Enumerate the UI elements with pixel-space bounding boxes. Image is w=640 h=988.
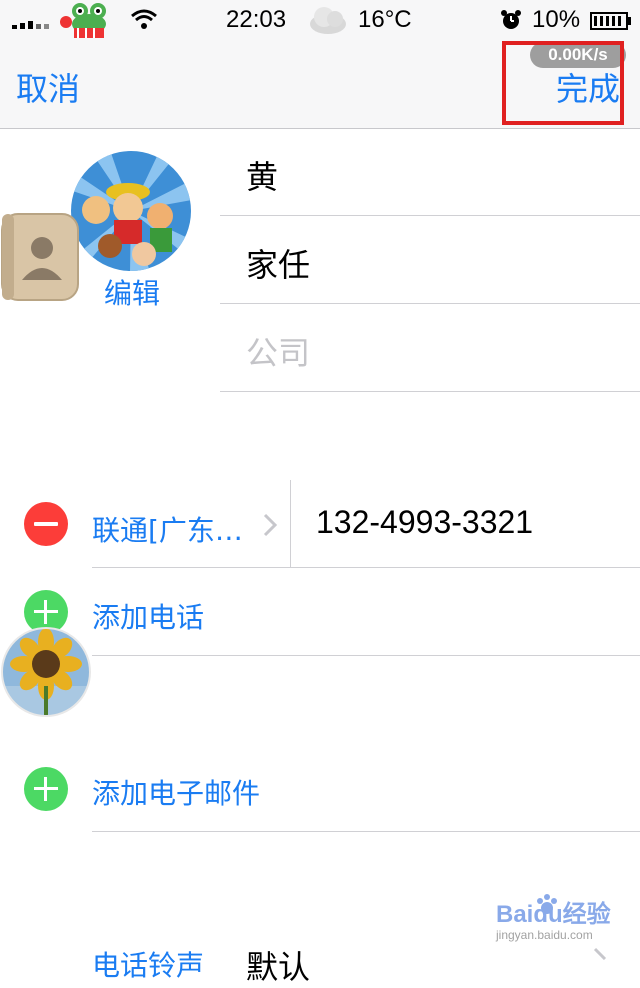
first-name-field[interactable]: 家任: [246, 240, 310, 286]
sunflower-photo-icon[interactable]: [0, 626, 92, 718]
ringtone-value[interactable]: 默认: [246, 942, 310, 988]
avatar-edit-label[interactable]: 编辑: [104, 272, 160, 312]
last-name-field[interactable]: 黄: [246, 152, 278, 198]
divider: [92, 655, 640, 656]
phone-label[interactable]: 联通[广东…: [92, 509, 243, 549]
status-time: 22:03: [226, 6, 287, 33]
cloud-weather-icon: [310, 7, 346, 34]
divider: [220, 391, 640, 392]
add-email-button[interactable]: [24, 767, 68, 811]
phone-number-field[interactable]: 132-4993-3321: [316, 504, 533, 541]
divider: [92, 567, 640, 568]
cancel-button[interactable]: 取消: [16, 64, 80, 110]
chevron-right-icon: [593, 947, 607, 960]
phone-label-separator: [290, 480, 291, 568]
contacts-app-icon[interactable]: [0, 212, 82, 304]
signal-icon: [12, 21, 49, 29]
alarm-icon: [501, 10, 521, 29]
status-bar: 22:03 16°C 10%: [0, 0, 640, 40]
frog-sticker-icon: [60, 3, 106, 38]
done-button-highlight: [502, 41, 624, 125]
watermark-brand: Baidu经验: [496, 901, 611, 928]
status-battery-percent: 10%: [532, 6, 581, 33]
company-field[interactable]: 公司: [246, 328, 310, 374]
delete-phone-button[interactable]: [24, 502, 68, 546]
watermark-url: jingyan.baidu.com: [496, 928, 593, 942]
wifi-icon: [131, 9, 157, 29]
minus-icon: [34, 522, 58, 526]
ringtone-label[interactable]: 电话铃声: [92, 944, 204, 984]
contact-avatar[interactable]: [70, 150, 192, 272]
add-email-label[interactable]: 添加电子邮件: [92, 772, 260, 812]
baidu-watermark: Baidu经验 jingyan.baidu.com: [496, 892, 626, 948]
status-temperature: 16°C: [358, 6, 412, 33]
divider: [220, 303, 640, 304]
add-phone-label[interactable]: 添加电话: [92, 596, 204, 636]
divider: [220, 215, 640, 216]
divider: [92, 831, 640, 832]
chevron-right-icon: [263, 513, 278, 537]
battery-icon: [590, 12, 631, 30]
